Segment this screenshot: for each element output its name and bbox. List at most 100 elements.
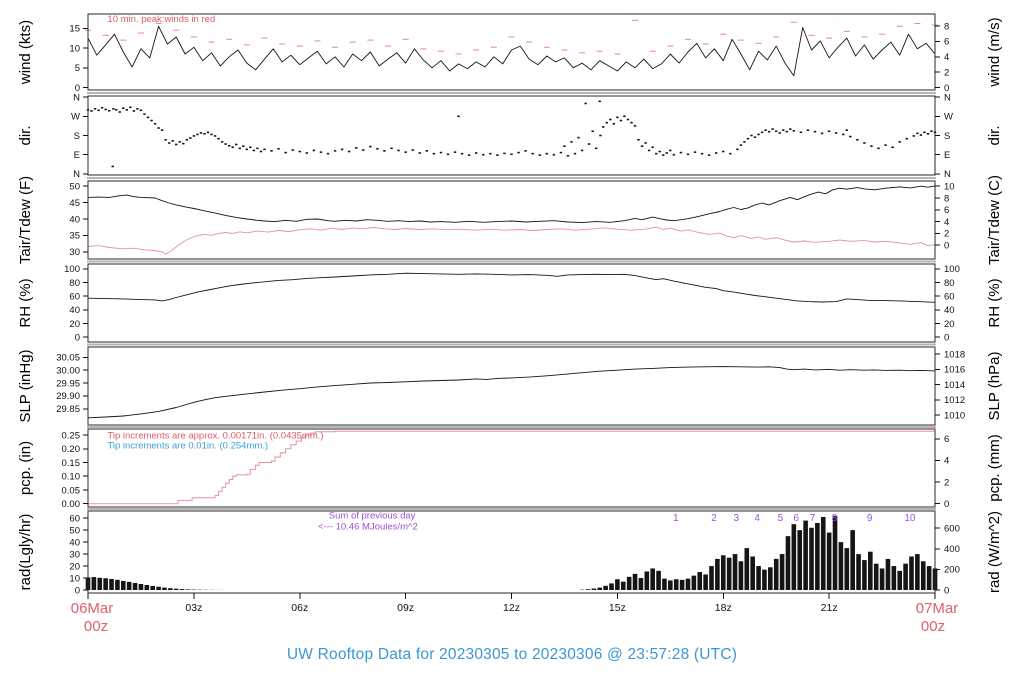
pcp-left-axis-title: pcp. (in) <box>17 441 34 495</box>
wind-series-wind-peak-kts <box>85 19 938 55</box>
rad-left-tick-label: 40 <box>69 537 80 548</box>
rh-left-tick-label: 80 <box>69 278 80 289</box>
dir-left-axis-title: dir. <box>17 125 34 145</box>
mj-marker: 3 <box>734 513 740 524</box>
rad-annotation: Sum of previous day <box>329 511 416 522</box>
rad-left-tick-label: 0 <box>75 585 80 596</box>
rad-panel: 01020304050600200400600rad(Lgly/hr) rad (… <box>17 510 1003 596</box>
wind-right-tick-label: 2 <box>944 68 949 79</box>
mj-marker: 1 <box>673 513 679 524</box>
pcp-left-tick-label: 0.25 <box>62 430 81 441</box>
chart-title: UW Rooftop Data for 20230305 to 20230306… <box>286 646 738 663</box>
rad-left-tick-label: 50 <box>69 525 80 536</box>
slp-left-tick-label: 30.00 <box>56 365 80 376</box>
temp-right-tick-label: 0 <box>944 241 949 252</box>
panel-separator <box>87 343 936 346</box>
rad-right-tick-label: 200 <box>944 565 960 576</box>
temp-right-tick-label: 4 <box>944 217 949 228</box>
wind-left-tick-label: 15 <box>69 24 80 35</box>
rad-right-tick-label: 400 <box>944 544 960 555</box>
wind-frame <box>87 13 936 91</box>
dir-right-axis-title: dir. <box>986 125 1003 145</box>
temp-left-tick-label: 40 <box>69 214 80 225</box>
rad-left-tick-label: 10 <box>69 573 80 584</box>
pcp-right-tick-label: 2 <box>944 477 949 488</box>
slp-left-tick-label: 29.90 <box>56 391 80 402</box>
wind-right-axis-title: wind (m/s) <box>986 17 1003 87</box>
panel-separator <box>87 260 936 263</box>
pcp-right-tick-label: 4 <box>944 456 949 467</box>
x-tick-label: 06z <box>291 602 308 614</box>
rh-right-axis-title: RH (%) <box>986 278 1003 327</box>
x-tick-label: 09z <box>397 602 414 614</box>
rh-right-tick-label: 40 <box>944 305 955 316</box>
pcp-right-tick-label: 0 <box>944 499 949 510</box>
rh-panel: 0 20 40 60 80 100 0 20 40 60 80 100 RH (%) RH (%) <box>17 263 1003 344</box>
slp-right-tick-label: 1016 <box>944 365 965 376</box>
rh-frame <box>87 263 936 343</box>
temp-right-tick-label: 2 <box>944 229 949 240</box>
temp-left-axis-title: Tair/Tdew (F) <box>17 176 34 264</box>
x-tick-label: 12z <box>503 602 520 614</box>
mj-marker: 7 <box>810 513 816 524</box>
rad-left-axis-title: rad(Lgly/hr) <box>17 514 34 591</box>
pcp-right-axis-title: pcp. (mm) <box>986 434 1003 502</box>
rh-left-tick-label: 40 <box>69 305 80 316</box>
x-tick-label: 18z <box>715 602 732 614</box>
wind-panel: 05101502468wind (kts) wind (m/s)10 min. p… <box>17 13 1003 94</box>
rh-left-axis-title: RH (%) <box>17 278 34 327</box>
slp-axis-ticks: 29.85 29.90 29.95 30.0030.05 1010 1012 1014 101… <box>56 350 965 422</box>
rad-left-tick-label: 60 <box>69 513 80 524</box>
pcp-left-tick-label: 0.20 <box>62 444 81 455</box>
start-date-hour: 00z <box>84 618 108 635</box>
rad-mj-markers: 1 2 3 4 5 6 7 8 9 10 <box>673 513 916 524</box>
rh-left-tick-label: 60 <box>69 291 80 302</box>
temp-left-tick-label: 30 <box>69 247 80 258</box>
mj-marker: 4 <box>754 513 760 524</box>
pcp-left-tick-label: 0.00 <box>62 499 81 510</box>
rad-left-tick-label: 20 <box>69 561 80 572</box>
dir-right-tick-label: N <box>944 92 951 103</box>
temp-left-tick-label: 50 <box>69 182 80 193</box>
rad-annotation: <--- 10.46 MJoules/m^2 <box>318 522 418 533</box>
meteogram: 0 5 10 15 0 2 4 6 8 wind (kts) wind (m/s) 10 min. p… <box>0 0 1024 700</box>
x-tick-label: 03z <box>185 602 202 614</box>
x-tick-label: 21z <box>821 602 838 614</box>
wind-left-tick-label: 10 <box>69 43 80 54</box>
end-date-hour: 00z <box>921 618 945 635</box>
temp-left-tick-label: 45 <box>69 198 80 209</box>
rad-left-tick-label: 30 <box>69 549 80 560</box>
dir-left-tick-label: W <box>71 112 80 123</box>
rh-series-rh-percent <box>87 272 936 303</box>
dir-series-wind-direction-deg <box>86 100 937 168</box>
temp-series-tair-f <box>87 185 936 224</box>
rh-axis-ticks: 0 20 40 60 80 100 0 20 40 60 80 100 <box>64 264 960 343</box>
dir-right-tick-label: W <box>944 112 953 123</box>
rh-left-tick-label: 20 <box>69 319 80 330</box>
temp-right-tick-label: 6 <box>944 205 949 216</box>
rad-right-tick-label: 600 <box>944 524 960 535</box>
slp-frame <box>87 346 936 426</box>
temp-series-tdew-f <box>87 226 936 255</box>
end-date-label: 07Mar <box>916 600 959 617</box>
wind-axis-ticks: 05101502468 <box>69 21 949 94</box>
wind-series-wind-avg-kts <box>87 25 936 77</box>
wind-right-tick-label: 6 <box>944 37 949 48</box>
slp-left-axis-title: SLP (inHg) <box>17 349 34 422</box>
mj-marker: 5 <box>778 513 784 524</box>
slp-right-tick-label: 1012 <box>944 395 965 406</box>
pcp-left-tick-label: 0.10 <box>62 472 81 483</box>
mj-marker: 10 <box>904 513 916 524</box>
slp-left-tick-label: 30.05 <box>56 353 80 364</box>
mj-marker: 8 <box>832 513 838 524</box>
dir-panel: NWSENNWSENdir. dir. <box>17 92 1003 180</box>
dir-left-tick-label: N <box>73 169 80 180</box>
slp-right-tick-label: 1014 <box>944 380 965 391</box>
wind-left-axis-title: wind (kts) <box>17 20 34 85</box>
mj-marker: 6 <box>794 513 800 524</box>
pcp-left-tick-label: 0.15 <box>62 458 81 469</box>
dir-right-tick-label: N <box>944 169 951 180</box>
rad-axis-ticks: 01020304050600200400600 <box>69 513 959 596</box>
rh-left-tick-label: 100 <box>64 264 80 275</box>
pcp-left-tick-label: 0.05 <box>62 485 81 496</box>
